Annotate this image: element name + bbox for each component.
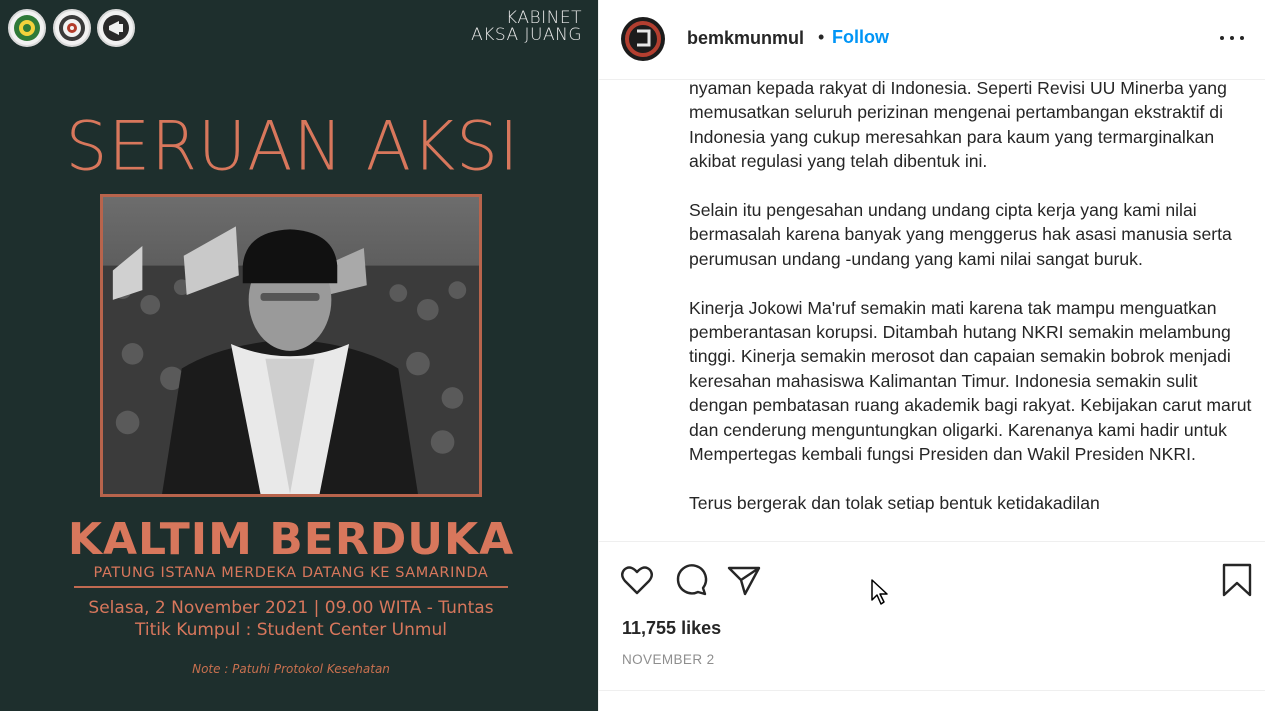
bookmark-icon[interactable] bbox=[1219, 562, 1255, 598]
follow-button[interactable]: Follow bbox=[832, 27, 889, 48]
caption-paragraph: Selain itu pengesahan undang undang cipt… bbox=[689, 200, 1232, 269]
separator-dot: • bbox=[818, 27, 825, 47]
poster-title: KALTIM BERDUKA bbox=[67, 514, 515, 565]
post-detail-panel: nyaman kepada rakyat di Indonesia. Seper… bbox=[598, 0, 1265, 711]
more-options-icon[interactable] bbox=[1220, 28, 1244, 48]
post-date: NOVEMBER 2 bbox=[622, 652, 715, 667]
megaphone-logo bbox=[97, 9, 135, 47]
portrait-photo bbox=[100, 194, 482, 497]
username-link[interactable]: bemkmunmul bbox=[687, 28, 804, 49]
poster-subtitle: PATUNG ISTANA MERDEKA DATANG KE SAMARIND… bbox=[74, 565, 508, 588]
post-image[interactable]: KABINET AKSA JUANG SERUAN AKSI KALTIM BE… bbox=[0, 0, 598, 711]
university-seal-logo bbox=[8, 9, 46, 47]
divider bbox=[599, 690, 1265, 691]
poster-headline: SERUAN AKSI bbox=[65, 107, 520, 186]
target-logo bbox=[53, 9, 91, 47]
comment-icon[interactable] bbox=[673, 562, 709, 598]
cabinet-label-line2: AKSA JUANG bbox=[471, 25, 582, 45]
caption-paragraph: Kinerja Jokowi Ma'ruf semakin mati karen… bbox=[689, 297, 1252, 465]
avatar[interactable] bbox=[621, 17, 665, 61]
post-header: bemkmunmul • Follow bbox=[599, 0, 1265, 80]
event-schedule: Selasa, 2 November 2021 | 09.00 WITA - T… bbox=[88, 598, 494, 618]
caption-paragraph: nyaman kepada rakyat di Indonesia. Seper… bbox=[689, 78, 1227, 172]
post-actions: 11,755 likes NOVEMBER 2 bbox=[599, 541, 1265, 711]
likes-count[interactable]: 11,755 likes bbox=[622, 618, 721, 639]
mouse-cursor-icon bbox=[870, 578, 890, 606]
cabinet-label: KABINET AKSA JUANG bbox=[471, 10, 582, 44]
meeting-point: Titik Kumpul : Student Center Unmul bbox=[135, 620, 447, 640]
heart-icon[interactable] bbox=[619, 562, 655, 598]
caption-paragraph: Terus bergerak dan tolak setiap bentuk k… bbox=[689, 492, 1100, 513]
share-icon[interactable] bbox=[726, 562, 762, 598]
health-protocol-note: Note : Patuhi Protokol Kesehatan bbox=[192, 662, 390, 676]
post-caption: nyaman kepada rakyat di Indonesia. Seper… bbox=[689, 76, 1259, 541]
